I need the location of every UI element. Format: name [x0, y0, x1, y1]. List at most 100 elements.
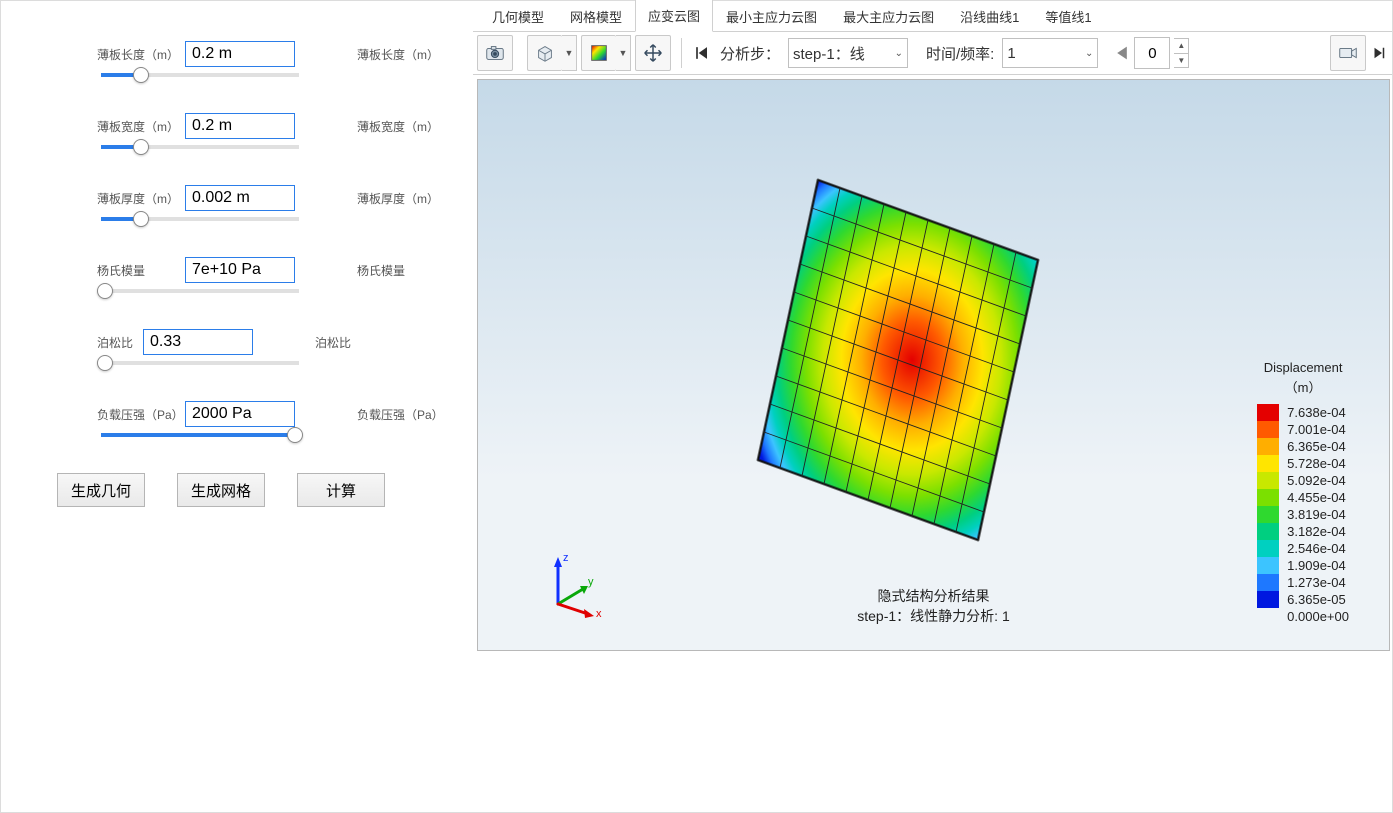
colormap-icon[interactable]	[581, 35, 616, 71]
param-row: 负载压强（Pa） 负载压强（Pa）	[1, 401, 473, 427]
legend-swatch	[1257, 455, 1279, 472]
legend-swatch	[1257, 540, 1279, 557]
param-sublabel: 杨氏模量	[357, 262, 405, 279]
step-back-icon[interactable]	[692, 36, 712, 70]
legend-value: 1.273e-04	[1287, 575, 1346, 590]
toolbar-separator	[681, 38, 682, 68]
results-area: 几何模型网格模型应变云图最小主应力云图最大主应力云图沿线曲线1等值线1 ▼	[473, 1, 1392, 812]
param-input[interactable]	[185, 257, 295, 283]
param-sublabel: 泊松比	[315, 334, 351, 351]
legend-row: 6.365e-04	[1257, 438, 1349, 455]
video-icon[interactable]	[1330, 35, 1366, 71]
view-tabs: 几何模型网格模型应变云图最小主应力云图最大主应力云图沿线曲线1等值线1	[473, 1, 1392, 32]
legend-value: 5.728e-04	[1287, 456, 1346, 471]
parameters-panel: 薄板长度（m） 薄板长度（m） 薄板宽度（m） 薄板宽度（m） 薄板厚度（m） …	[1, 1, 473, 812]
legend-swatch	[1257, 591, 1279, 608]
caption-line-2: step-1：线性静力分析: 1	[857, 606, 1009, 626]
legend-unit: （m）	[1257, 377, 1349, 396]
param-input[interactable]	[185, 401, 295, 427]
legend-swatch	[1257, 608, 1279, 625]
legend-swatch	[1257, 404, 1279, 421]
result-caption: 隐式结构分析结果 step-1：线性静力分析: 1	[857, 586, 1009, 626]
view-tab[interactable]: 最小主应力云图	[713, 0, 830, 32]
legend-value: 3.819e-04	[1287, 507, 1346, 522]
canvas-wrap: z y x 隐式结构分析结果 step-1：线性静力分析: 1 Displace…	[473, 75, 1392, 812]
frame-up-icon[interactable]: ▲	[1174, 39, 1188, 54]
time-select[interactable]: 1 ⌄	[1002, 38, 1098, 68]
param-label: 负载压强（Pa）	[97, 406, 185, 423]
result-canvas[interactable]: z y x 隐式结构分析结果 step-1：线性静力分析: 1 Displace…	[477, 79, 1390, 651]
param-input[interactable]	[143, 329, 253, 355]
param-input[interactable]	[185, 185, 295, 211]
param-label: 薄板宽度（m）	[97, 118, 185, 135]
frame-stepper[interactable]: ▲▼	[1174, 38, 1189, 68]
legend-row: 7.638e-04	[1257, 404, 1349, 421]
param-slider[interactable]	[101, 145, 299, 149]
chevron-down-icon: ⌄	[889, 48, 903, 59]
chevron-down-icon: ⌄	[1079, 48, 1093, 59]
view-tab[interactable]: 最大主应力云图	[830, 0, 947, 32]
frame-down-icon[interactable]: ▼	[1174, 54, 1188, 68]
legend-value: 7.001e-04	[1287, 422, 1346, 437]
legend-swatch	[1257, 438, 1279, 455]
legend-row: 4.455e-04	[1257, 489, 1349, 506]
calculate-button[interactable]: 计算	[297, 473, 385, 507]
param-sublabel: 薄板厚度（m）	[357, 190, 439, 207]
legend-value: 0.000e+00	[1287, 609, 1349, 624]
frame-prev-icon[interactable]	[1114, 45, 1130, 61]
legend-row: 3.182e-04	[1257, 523, 1349, 540]
legend-swatch	[1257, 557, 1279, 574]
param-input[interactable]	[185, 113, 295, 139]
legend-row: 0.000e+00	[1257, 608, 1349, 625]
colormap-dropdown[interactable]: ▼	[616, 35, 631, 71]
param-row: 薄板宽度（m） 薄板宽度（m）	[1, 113, 473, 139]
param-row: 杨氏模量 杨氏模量	[1, 257, 473, 283]
param-slider[interactable]	[101, 73, 299, 77]
param-slider[interactable]	[101, 433, 299, 437]
legend-value: 6.365e-04	[1287, 439, 1346, 454]
generate-geometry-button[interactable]: 生成几何	[57, 473, 145, 507]
param-row: 薄板厚度（m） 薄板厚度（m）	[1, 185, 473, 211]
step-forward-icon[interactable]	[1370, 36, 1388, 70]
legend-value: 2.546e-04	[1287, 541, 1346, 556]
pan-icon[interactable]	[635, 35, 671, 71]
legend-value: 5.092e-04	[1287, 473, 1346, 488]
param-row: 薄板长度（m） 薄板长度（m）	[1, 41, 473, 67]
axis-triad: z y x	[538, 549, 608, 622]
view-tab[interactable]: 等值线1	[1032, 0, 1104, 32]
axis-z-label: z	[563, 552, 569, 564]
param-label: 薄板厚度（m）	[97, 190, 185, 207]
camera-icon[interactable]	[477, 35, 513, 71]
legend-swatch	[1257, 523, 1279, 540]
view-tab[interactable]: 几何模型	[479, 0, 557, 32]
param-label: 薄板长度（m）	[97, 46, 185, 63]
param-input[interactable]	[185, 41, 295, 67]
legend-row: 1.909e-04	[1257, 557, 1349, 574]
frame-input[interactable]	[1134, 37, 1170, 69]
view-toolbar: ▼ ▼	[473, 32, 1392, 75]
param-slider[interactable]	[101, 289, 299, 293]
param-row: 泊松比 泊松比	[1, 329, 473, 355]
generate-mesh-button[interactable]: 生成网格	[177, 473, 265, 507]
view-tab[interactable]: 应变云图	[635, 0, 713, 32]
legend-swatch	[1257, 472, 1279, 489]
param-slider[interactable]	[101, 361, 299, 365]
param-slider[interactable]	[101, 217, 299, 221]
param-sublabel: 薄板长度（m）	[357, 46, 439, 63]
view-tab[interactable]: 网格模型	[557, 0, 635, 32]
legend-row: 6.365e-05	[1257, 591, 1349, 608]
cube-view-icon[interactable]	[527, 35, 562, 71]
step-select-value: step-1：线	[793, 43, 865, 64]
action-buttons: 生成几何 生成网格 计算	[1, 473, 473, 507]
view-tab[interactable]: 沿线曲线1	[947, 0, 1032, 32]
cube-view-dropdown[interactable]: ▼	[562, 35, 577, 71]
legend-value: 1.909e-04	[1287, 558, 1346, 573]
step-select[interactable]: step-1：线 ⌄	[788, 38, 908, 68]
axis-y-label: y	[588, 576, 594, 588]
time-label: 时间/频率:	[922, 43, 998, 64]
legend-row: 5.728e-04	[1257, 455, 1349, 472]
param-label: 泊松比	[97, 334, 143, 351]
legend-row: 3.819e-04	[1257, 506, 1349, 523]
legend-swatch	[1257, 574, 1279, 591]
legend-value: 4.455e-04	[1287, 490, 1346, 505]
